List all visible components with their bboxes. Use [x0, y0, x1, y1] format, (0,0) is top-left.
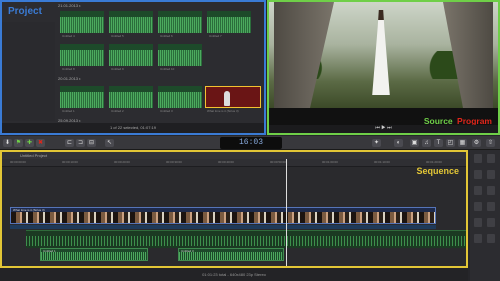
ruler-tick: 00:01:20:00	[426, 160, 442, 164]
clip-name: Untitled 6	[160, 34, 173, 38]
append-icon[interactable]: ⊟	[87, 139, 96, 147]
text-icon[interactable]: T	[434, 139, 443, 147]
clip-name: Untitled 7	[209, 34, 222, 38]
settings-icon[interactable]: ⚙	[472, 139, 481, 147]
audio-clip-name: Untitled 3	[181, 249, 194, 253]
project-label: Project	[8, 6, 42, 17]
reject-icon[interactable]: ✚	[25, 139, 34, 147]
clip-thumbnail[interactable]	[207, 11, 251, 33]
timeline-ruler[interactable]: 00:00:00:00 00:00:10:00 00:00:20:00 00:0…	[2, 159, 466, 167]
clip-thumbnail[interactable]	[60, 86, 104, 108]
effects-rail	[470, 150, 500, 281]
clip-name: Untitled 4	[62, 34, 75, 38]
clip-name: Untitled 1	[62, 109, 75, 113]
share-icon[interactable]: ⇧	[486, 139, 495, 147]
clip-name: Untitled 5	[111, 34, 124, 38]
effect-thumbnail[interactable]	[487, 218, 495, 227]
clip-thumbnail[interactable]	[158, 44, 202, 66]
playhead[interactable]	[286, 159, 287, 266]
effect-thumbnail[interactable]	[474, 218, 482, 227]
event-date[interactable]: 20.01.2013 г.	[58, 76, 81, 81]
clip-name: Untitled 3	[160, 109, 173, 113]
effect-thumbnail[interactable]	[487, 202, 495, 211]
clip-thumbnail[interactable]	[109, 44, 153, 66]
rewind-icon[interactable]: ⏮	[375, 125, 380, 131]
transition-icon[interactable]: ◐	[394, 139, 403, 147]
music-track[interactable]	[26, 230, 466, 248]
forward-icon[interactable]: ⏭	[387, 125, 392, 131]
insert-icon[interactable]: ⊐	[76, 139, 85, 147]
music-icon[interactable]: ♫	[422, 139, 431, 147]
ruler-tick: 00:00:10:00	[62, 160, 78, 164]
theme-icon[interactable]: ▦	[458, 139, 467, 147]
ruler-tick: 00:00:30:00	[166, 160, 182, 164]
effect-thumbnail[interactable]	[487, 170, 495, 179]
favorite-icon[interactable]: ✖	[36, 139, 45, 147]
effect-thumbnail[interactable]	[487, 154, 495, 163]
import-icon[interactable]: ⬇	[3, 139, 12, 147]
clip-name: Untitled 8	[62, 67, 75, 71]
project-browser: Project 21.01.2013 г. Untitled 4 Untitle…	[0, 0, 266, 135]
clip-thumbnail[interactable]	[158, 86, 202, 108]
effect-thumbnail[interactable]	[474, 202, 482, 211]
effect-thumbnail[interactable]	[474, 186, 482, 195]
final-cut-window: Project 21.01.2013 г. Untitled 4 Untitle…	[0, 0, 500, 281]
clip-name: Untitled 10	[160, 67, 175, 71]
effect-thumbnail[interactable]	[474, 154, 482, 163]
audio-clip[interactable]: Untitled 1	[40, 248, 148, 261]
sequence-label: Sequence	[416, 166, 459, 176]
audio-clip[interactable]: Untitled 3	[178, 248, 284, 261]
keyword-icon[interactable]: ⚑	[14, 139, 23, 147]
connect-icon[interactable]: ⊏	[65, 139, 74, 147]
select-tool-icon[interactable]: ↖	[105, 139, 114, 147]
clip-thumbnail[interactable]	[109, 86, 153, 108]
effect-thumbnail[interactable]	[487, 186, 495, 195]
toolbar: ⬇ ⚑ ✚ ✖ ⊏ ⊐ ⊟ ↖ 16:03 ✦ ◐ ▣ ♫ T ◰ ▦ ⚙ ⇧	[0, 136, 500, 150]
ruler-tick: 00:00:50:00	[270, 160, 286, 164]
storyline-clip-name: What time is it (Sirius 3)	[13, 208, 45, 212]
library-sidebar[interactable]	[2, 22, 55, 121]
clip-thumbnail[interactable]	[60, 11, 104, 33]
ruler-tick: 00:01:00:00	[322, 160, 338, 164]
enhance-icon[interactable]: ✦	[372, 139, 381, 147]
video-clip-thumbnail[interactable]	[205, 86, 261, 108]
clip-name: Untitled 2	[111, 109, 124, 113]
effect-thumbnail[interactable]	[474, 234, 482, 243]
transport-controls[interactable]: ⏮ ▶ ⏭	[269, 125, 498, 133]
primary-storyline-clip[interactable]: What time is it (Sirius 3)	[10, 207, 436, 224]
photo-icon[interactable]: ▣	[410, 139, 419, 147]
play-icon[interactable]: ▶	[381, 125, 385, 131]
browser-status: 1 of 22 selected, 01:07:19	[2, 123, 264, 133]
viewer: Source Program ⏮ ▶ ⏭	[267, 0, 500, 135]
timeline[interactable]: Untitled Project 00:00:00:00 00:00:10:00…	[0, 150, 468, 268]
ruler-tick: 00:00:20:00	[114, 160, 130, 164]
filmstrip	[11, 212, 435, 223]
timecode-display[interactable]: 16:03	[220, 137, 282, 149]
effect-thumbnail[interactable]	[474, 170, 482, 179]
timeline-title: Untitled Project	[2, 152, 466, 159]
clip-name: Untitled 9	[111, 67, 124, 71]
clip-thumbnail[interactable]	[109, 11, 153, 33]
generator-icon[interactable]: ◰	[446, 139, 455, 147]
ruler-tick: 00:00:00:00	[10, 160, 26, 164]
timeline-status: 01:01:23 total - 640x480 23p Stereo	[0, 268, 468, 281]
ruler-tick: 00:01:10:00	[374, 160, 390, 164]
viewer-frame	[269, 2, 498, 108]
clip-thumbnail[interactable]	[158, 11, 202, 33]
effect-thumbnail[interactable]	[487, 234, 495, 243]
clip-thumbnail[interactable]	[60, 44, 104, 66]
ruler-tick: 00:00:40:00	[218, 160, 234, 164]
event-date[interactable]: 21.01.2013 г.	[58, 3, 81, 8]
audio-clip-name: Untitled 1	[43, 249, 56, 253]
storyline-audio[interactable]	[10, 225, 436, 229]
clip-name: What time is it (Sirius 3)	[207, 109, 239, 113]
